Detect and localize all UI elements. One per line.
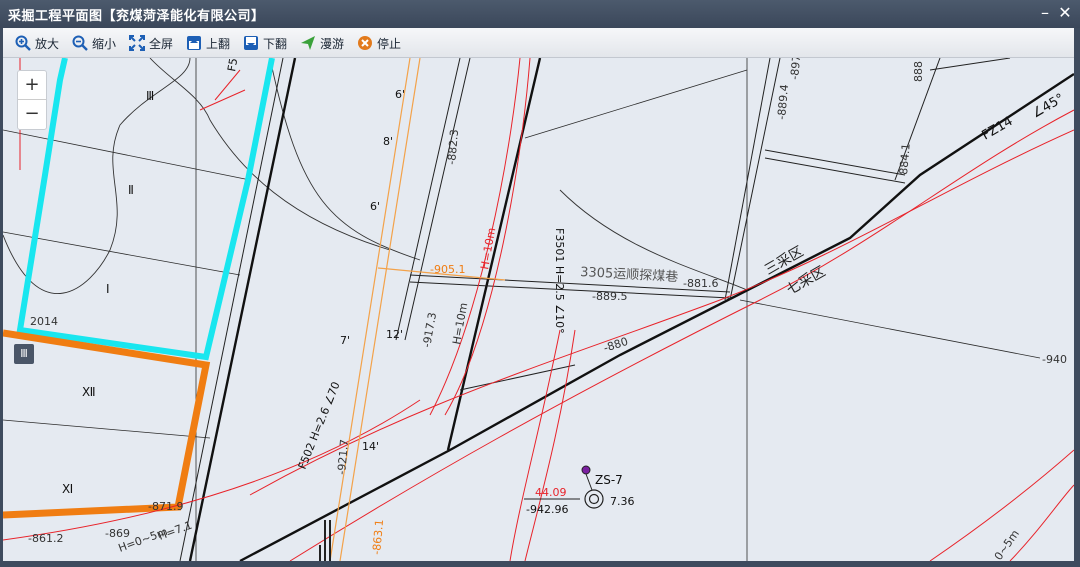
close-button[interactable]: ✕ [1056, 3, 1074, 23]
elevation-label: -861.2 [28, 532, 63, 545]
zoom-in-label: 放大 [35, 36, 60, 51]
point-mark: F5 [225, 58, 240, 73]
fullscreen-label: 全屏 [149, 36, 174, 51]
point-mark: 8' [383, 135, 393, 148]
stop-button[interactable]: 停止 [357, 33, 401, 53]
page-up-label: 上翻 [206, 36, 231, 51]
elevation-label: -897 [788, 58, 803, 80]
zoom-in-button[interactable]: 放大 [15, 33, 59, 53]
fullscreen-button[interactable]: 全屏 [129, 33, 173, 53]
fault-f3501-label: F3501 H=2.5 ∠10° [553, 228, 566, 334]
point-mark: 12' [386, 328, 403, 341]
point-mark: 6' [395, 88, 405, 101]
page-up-button[interactable]: 上翻 [186, 33, 230, 53]
roam-label: 漫游 [320, 36, 345, 51]
elevation-label: -871.9 [148, 500, 183, 513]
zone-label-ii: Ⅱ [128, 183, 134, 197]
map-zoom-in-button[interactable]: + [18, 71, 46, 100]
elevation-label: -889.5 [592, 290, 627, 303]
fullscreen-icon [129, 35, 145, 51]
map-window: 采掘工程平面图【兖煤菏泽能化有限公司】 – ✕ 放大 缩小 全屏 上翻 下翻 漫… [0, 0, 1080, 567]
stop-label: 停止 [377, 36, 402, 51]
zoom-out-icon [72, 35, 88, 51]
title-bar: 采掘工程平面图【兖煤菏泽能化有限公司】 – ✕ [0, 0, 1080, 28]
elevation-label: 884.1 [897, 143, 913, 176]
page-down-button[interactable]: 下翻 [243, 33, 287, 53]
roam-icon [301, 36, 315, 50]
map-zoom-out-button[interactable]: − [18, 100, 46, 128]
elevation-label: -940 [1042, 353, 1067, 366]
zoom-out-label: 缩小 [92, 36, 117, 51]
page-up-icon [187, 36, 201, 50]
point-mark: 6' [370, 200, 380, 213]
layer-toggle-button[interactable]: Ⅲ [14, 344, 34, 364]
zoom-out-button[interactable]: 缩小 [72, 33, 116, 53]
page-down-icon [244, 36, 258, 50]
elevation-label: -905.1 [430, 263, 465, 276]
point-mark: 14' [362, 440, 379, 453]
stop-icon [358, 36, 372, 50]
minimize-button[interactable]: – [1036, 3, 1054, 23]
map-canvas[interactable]: Ⅲ Ⅱ Ⅰ Ⅻ Ⅺ 3305运顺探煤巷 F3501 H=2.5 ∠10° F50… [3, 58, 1074, 561]
zoom-control: + − [17, 70, 47, 130]
zone-label-iii: Ⅲ [146, 89, 154, 103]
window-title: 采掘工程平面图【兖煤菏泽能化有限公司】 [8, 9, 265, 24]
zone-label-xi: Ⅺ [62, 482, 73, 496]
borehole-elev-bottom: -942.96 [526, 503, 568, 516]
zone-label-i: Ⅰ [106, 282, 110, 296]
elevation-label: -881.6 [683, 277, 718, 290]
zoom-in-icon [15, 35, 31, 51]
roam-button[interactable]: 漫游 [300, 33, 344, 53]
page-down-label: 下翻 [263, 36, 288, 51]
borehole-thickness: 7.36 [610, 495, 635, 508]
mine-map[interactable]: Ⅲ Ⅱ Ⅰ Ⅻ Ⅺ 3305运顺探煤巷 F3501 H=2.5 ∠10° F50… [3, 58, 1074, 561]
point-mark: 7' [340, 334, 350, 347]
borehole-name: ZS-7 [595, 473, 623, 487]
borehole-elev-top: 44.09 [535, 486, 567, 499]
zone-label-xii: Ⅻ [82, 385, 96, 399]
elevation-label: 888 [912, 61, 925, 82]
elevation-label: 2014 [30, 315, 58, 328]
toolbar: 放大 缩小 全屏 上翻 下翻 漫游 停止 [3, 28, 1074, 58]
